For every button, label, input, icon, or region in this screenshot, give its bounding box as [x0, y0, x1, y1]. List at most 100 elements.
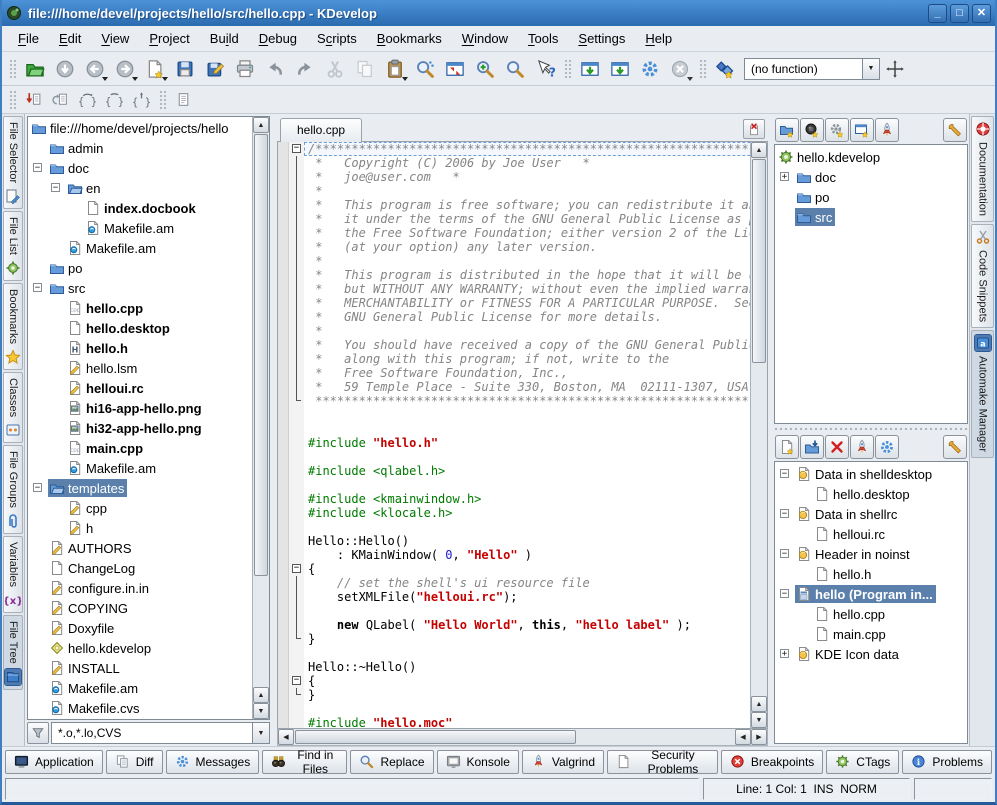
collapse-expander-icon[interactable]: −: [51, 183, 60, 192]
collapse-expander-icon[interactable]: −: [780, 509, 789, 518]
new-class-button[interactable]: [711, 55, 739, 83]
brace-round-button[interactable]: { }: [75, 88, 100, 111]
doc-button[interactable]: [171, 88, 196, 111]
undo-button[interactable]: [261, 55, 289, 83]
rb-addfile-button[interactable]: [800, 435, 824, 459]
editor-hscrollbar[interactable]: ◀ ◀ ▶: [277, 729, 768, 746]
toolbar-handle[interactable]: [8, 89, 17, 111]
tree-item-authors[interactable]: AUTHORS: [28, 538, 252, 558]
build-target-button[interactable]: [576, 55, 604, 83]
tree-item-copying[interactable]: COPYING: [28, 598, 252, 618]
menu-bookmarks[interactable]: Bookmarks: [367, 27, 452, 50]
toolview-button-find-in-files[interactable]: Find in Files: [262, 750, 347, 774]
tree-item-install[interactable]: INSTALL: [28, 658, 252, 678]
collapse-expander-icon[interactable]: −: [780, 549, 789, 558]
left-tab-file-selector[interactable]: File Selector: [3, 116, 23, 209]
right-panel-splitter[interactable]: [774, 424, 968, 433]
collapse-expander-icon[interactable]: −: [33, 483, 42, 492]
rocket-button[interactable]: [850, 435, 874, 459]
fold-collapse-icon[interactable]: −: [292, 144, 301, 153]
configure-button[interactable]: [636, 55, 664, 83]
copy-doc-button[interactable]: [48, 88, 73, 111]
focus-handle-button[interactable]: [881, 55, 909, 83]
fold-border[interactable]: −: [289, 562, 304, 576]
toolview-button-ctags[interactable]: CTags: [826, 750, 899, 774]
toolview-button-problems[interactable]: iProblems: [902, 750, 992, 774]
scroll-up-icon[interactable]: ▲: [751, 696, 767, 712]
tree-item-hello-desktop[interactable]: hello.desktop: [28, 318, 252, 338]
function-combobox[interactable]: (no function) ▼: [744, 58, 880, 80]
tree-item-hello-kdevelop[interactable]: hello.kdevelop: [28, 638, 252, 658]
scroll-down-icon[interactable]: ▼: [253, 703, 269, 719]
tree-item-hello-cpp[interactable]: hello.cpp: [775, 604, 967, 624]
open-project-button[interactable]: [21, 55, 49, 83]
dropdown-arrow-icon[interactable]: [132, 77, 138, 81]
expand-expander-icon[interactable]: +: [780, 649, 789, 658]
tree-item-hello-lsm[interactable]: hello.lsm: [28, 358, 252, 378]
tree-item-data-in-shelldesktop[interactable]: −Data in shelldesktop: [775, 464, 967, 484]
tree-item-src[interactable]: src: [775, 207, 967, 227]
tree-item-makefile-am[interactable]: Makefile.am: [28, 238, 252, 258]
tree-item-hello-kdevelop[interactable]: hello.kdevelop: [775, 147, 967, 167]
tree-item-header-in-noinst[interactable]: −Header in noinst: [775, 544, 967, 564]
stop-button[interactable]: [666, 55, 694, 83]
status-line-col[interactable]: Line: 1 Col: 1 INS NORM: [703, 778, 910, 800]
left-tab-file-list[interactable]: File List: [3, 211, 23, 281]
cut-button[interactable]: [321, 55, 349, 83]
fold-collapse-icon[interactable]: −: [292, 676, 301, 685]
toolview-button-diff[interactable]: Diff: [106, 750, 163, 774]
tree-item-kde-icon-data[interactable]: +KDE Icon data: [775, 644, 967, 664]
maximize-button[interactable]: □: [950, 4, 969, 23]
menu-tools[interactable]: Tools: [518, 27, 568, 50]
redo-button[interactable]: [291, 55, 319, 83]
menu-build[interactable]: Build: [200, 27, 249, 50]
menu-edit[interactable]: Edit: [49, 27, 91, 50]
editor-tab-hello-cpp[interactable]: hello.cpp: [280, 118, 362, 142]
toolview-button-replace[interactable]: Replace: [350, 750, 433, 774]
tree-item-helloui-rc[interactable]: helloui.rc: [28, 378, 252, 398]
left-tab-bookmarks[interactable]: Bookmarks: [3, 283, 23, 370]
kdevelop-app-icon[interactable]: [6, 5, 22, 21]
rt-newgear-button[interactable]: [825, 118, 849, 142]
scroll-up-icon[interactable]: ▲: [253, 117, 269, 133]
brace-up-button[interactable]: { }: [129, 88, 154, 111]
collapse-expander-icon[interactable]: −: [33, 283, 42, 292]
left-tab-classes[interactable]: Classes: [3, 372, 23, 443]
menu-view[interactable]: View: [91, 27, 139, 50]
close-document-button[interactable]: [743, 119, 765, 139]
toolview-button-konsole[interactable]: Konsole: [437, 750, 519, 774]
code-area[interactable]: −/**************************************…: [278, 142, 750, 728]
editor-vscrollbar[interactable]: ▲ ▲ ▼: [750, 142, 767, 728]
scroll-down-icon[interactable]: ▼: [751, 712, 767, 728]
zoom-in-button[interactable]: [471, 55, 499, 83]
dropdown-arrow-icon[interactable]: [102, 77, 108, 81]
tree-item-main-cpp[interactable]: cppmain.cpp: [28, 438, 252, 458]
rocket-button[interactable]: [875, 118, 899, 142]
save-button[interactable]: [171, 55, 199, 83]
print-button[interactable]: [231, 55, 259, 83]
fold-border[interactable]: −: [289, 142, 304, 156]
install-button[interactable]: [606, 55, 634, 83]
rb-remove-button[interactable]: [825, 435, 849, 459]
filter-combobox[interactable]: *.o,*.lo,CVS ▼: [51, 722, 270, 744]
scroll-up-icon[interactable]: ▲: [253, 687, 269, 703]
toolbar-handle[interactable]: [8, 58, 17, 80]
toolview-button-messages[interactable]: Messages: [166, 750, 260, 774]
tree-item-makefile-am[interactable]: Makefile.am: [28, 458, 252, 478]
scrollbar-thumb[interactable]: [295, 730, 576, 744]
right-tab-automake-manager[interactable]: aAutomake Manager: [971, 330, 994, 458]
tree-item-helloui-rc[interactable]: helloui.rc: [775, 524, 967, 544]
scroll-right-icon[interactable]: ▶: [751, 729, 767, 745]
function-combobox-arrow-icon[interactable]: ▼: [862, 58, 880, 80]
menu-settings[interactable]: Settings: [568, 27, 635, 50]
tree-item-doc[interactable]: −doc: [28, 158, 252, 178]
options-button[interactable]: [943, 435, 967, 459]
right-tab-code-snippets[interactable]: Code Snippets: [971, 224, 994, 328]
tree-item-makefile-am[interactable]: Makefile.am: [28, 678, 252, 698]
tree-item-index-docbook[interactable]: index.docbook: [28, 198, 252, 218]
tree-item-doc[interactable]: +doc: [775, 167, 967, 187]
tree-item-main-cpp[interactable]: main.cpp: [775, 624, 967, 644]
toolview-button-breakpoints[interactable]: Breakpoints: [721, 750, 823, 774]
close-button[interactable]: ✕: [972, 4, 991, 23]
tree-item-doxyfile[interactable]: Doxyfile: [28, 618, 252, 638]
